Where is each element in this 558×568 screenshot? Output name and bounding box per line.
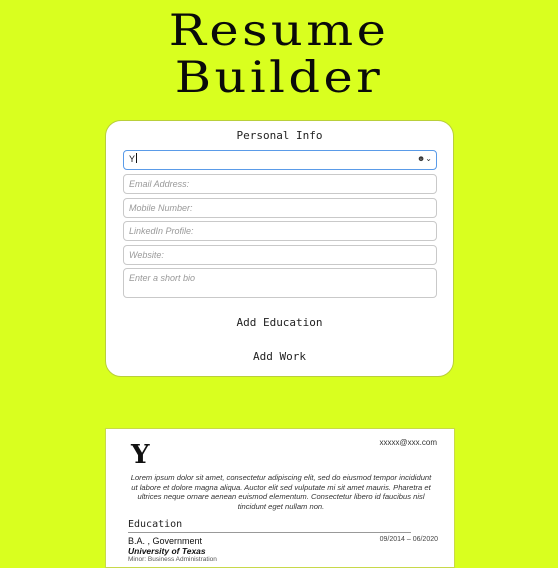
app-title-line-1: Resume (168, 6, 390, 56)
bio-textarea[interactable]: Enter a short bio (123, 268, 437, 298)
section-divider (128, 532, 411, 533)
education-degree: B.A. , Government (128, 536, 203, 546)
form-heading: Personal Info (236, 129, 323, 142)
education-school: University of Texas (128, 546, 206, 556)
resume-preview: Y xxxxx@xxx.com Lorem ipsum dolor sit am… (105, 428, 455, 568)
linkedin-input[interactable]: LinkedIn Profile: (123, 221, 437, 241)
name-input[interactable]: Y ☻⌄ (123, 150, 437, 170)
education-minor: Minor: Business Administration (128, 556, 217, 563)
app-title-line-2: Builder (174, 53, 384, 103)
autofill-contact-icon[interactable]: ☻⌄ (417, 154, 432, 164)
education-dates: 09/2014 – 06/2020 (379, 536, 438, 543)
resume-bio: Lorem ipsum dolor sit amet, consectetur … (130, 473, 432, 511)
add-work-button[interactable]: Add Work (106, 350, 453, 363)
name-input-value: Y (129, 154, 136, 164)
personal-info-form: Personal Info Y ☻⌄ Email Address: Mobile… (105, 120, 454, 377)
resume-email: xxxxx@xxx.com (379, 438, 437, 447)
mobile-input[interactable]: Mobile Number: (123, 198, 437, 218)
website-input[interactable]: Website: (123, 245, 437, 265)
email-input[interactable]: Email Address: (123, 174, 437, 194)
resume-initial: Y (131, 440, 150, 470)
education-section-title: Education (128, 519, 183, 530)
add-education-button[interactable]: Add Education (106, 316, 453, 329)
text-cursor (136, 153, 138, 163)
app-title: Resume Builder (0, 8, 558, 102)
